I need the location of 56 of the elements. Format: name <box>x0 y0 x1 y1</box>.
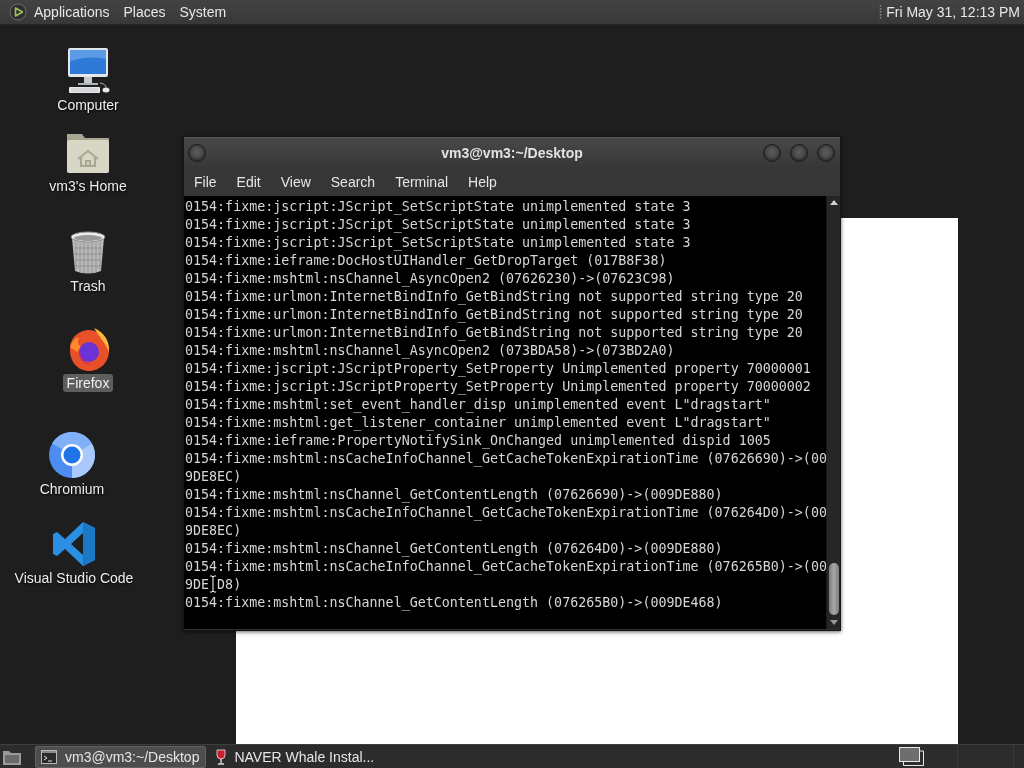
desktop-icon-label[interactable]: Visual Studio Code <box>10 569 138 587</box>
terminal-line: 0154:fixme:jscript:JScript_SetScriptState unimplemented state 3 <box>185 216 691 234</box>
desktop-icon-label[interactable]: Firefox <box>62 374 114 392</box>
menu-item[interactable]: View <box>270 168 321 195</box>
panel-menu[interactable]: System <box>172 0 234 24</box>
terminal-line: 0154:fixme:jscript:JScript_SetScriptState unimplemented state 3 <box>185 234 691 252</box>
terminal-line: 0154:fixme:mshtml:nsChannel_GetContentLength (076265B0)->(009DE468) <box>185 594 723 612</box>
text-cursor-icon <box>209 575 218 593</box>
terminal-line: 0154:fixme:ieframe:PropertyNotifySink_OnChanged unimplemented dispid 1005 <box>185 432 771 450</box>
menu-item[interactable]: File <box>184 168 227 195</box>
terminal-line: 0154:fixme:mshtml:nsCacheInfoChannel_GetCacheTokenExpirationTime (076265B0)->(00 <box>185 558 826 576</box>
scroll-up-icon[interactable] <box>829 200 838 205</box>
terminal-line: D8) <box>217 577 242 592</box>
wine-glass-icon <box>216 748 227 765</box>
desktop-icon-label[interactable]: Trash <box>66 277 110 295</box>
terminal-line: 0154:fixme:mshtml:nsChannel_AsyncOpen2 (07626230)->(07623C98) <box>185 270 675 288</box>
terminal-line: 0154:fixme:mshtml:nsChannel_AsyncOpen2 (073BDA58)->(073BD2A0) <box>185 342 675 360</box>
terminal-line: 0154:fixme:mshtml:get_listener_container unimplemented event L"dragstart" <box>185 414 771 432</box>
window-stack-icon[interactable] <box>899 747 924 766</box>
desktop-icon-label[interactable]: Computer <box>53 96 123 114</box>
terminal-line: 0154:fixme:urlmon:InternetBindInfo_GetBindString not supported string type 20 <box>185 288 803 306</box>
terminal-line: 0154:fixme:mshtml:nsCacheInfoChannel_GetCacheTokenExpirationTime (076264D0)->(00 <box>185 504 826 522</box>
terminal-line: 0154:fixme:jscript:JScriptProperty_SetProperty Unimplemented property 70000002 <box>185 378 811 396</box>
browser-logo-icon[interactable] <box>48 431 96 479</box>
terminal-line: 0154:fixme:mshtml:nsCacheInfoChannel_GetCacheTokenExpirationTime (07626690)->(00 <box>185 450 826 468</box>
window-title: vm3@vm3:~/Desktop <box>441 144 583 161</box>
taskbar-button[interactable]: vm3@vm3:~/Desktop <box>35 745 207 768</box>
clock[interactable]: Fri May 31, 12:13 PM <box>886 4 1024 20</box>
terminal-line: 0154:fixme:mshtml:nsChannel_GetContentLength (07626690)->(009DE880) <box>185 486 723 504</box>
terminal-line: 9DE8EC) <box>185 468 242 486</box>
scroll-down-icon[interactable] <box>829 620 838 625</box>
desktop-icon-label[interactable]: Chromium <box>35 480 109 498</box>
menu-item[interactable]: Edit <box>226 168 271 195</box>
code-editor-logo-icon[interactable] <box>50 520 98 568</box>
play-circle-icon[interactable] <box>9 3 27 21</box>
terminal-line: 0154:fixme:jscript:JScriptProperty_SetProperty Unimplemented property 70000001 <box>185 360 811 378</box>
desktop-icon-label[interactable]: vm3's Home <box>45 177 131 195</box>
folder-icon[interactable] <box>2 748 22 765</box>
menu-item[interactable]: Search <box>320 168 386 195</box>
taskbar-button[interactable]: NAVER Whale Instal... <box>210 745 382 768</box>
drag-handle-icon <box>879 3 883 21</box>
terminal-line: 9DE8EC) <box>185 522 242 540</box>
menu-item[interactable]: Help <box>458 168 507 195</box>
terminal-line: 0154:fixme:urlmon:InternetBindInfo_GetBindString not supported string type 20 <box>185 324 803 342</box>
scrollbar-thumb[interactable] <box>828 563 839 615</box>
panel-menu[interactable]: Applications <box>27 0 117 24</box>
terminal-line: 0154:fixme:urlmon:InternetBindInfo_GetBindString not supported string type 20 <box>185 306 803 324</box>
terminal-line: 0154:fixme:jscript:JScript_SetScriptState unimplemented state 3 <box>185 198 691 216</box>
terminal-line: 0154:fixme:mshtml:nsChannel_GetContentLength (076264D0)->(009DE880) <box>185 540 723 558</box>
terminal-line: 0154:fixme:mshtml:set_event_handler_disp unimplemented event L"dragstart" <box>185 396 771 414</box>
terminal-line: 9DE <box>185 577 210 592</box>
terminal-icon <box>41 749 57 764</box>
panel-menu[interactable]: Places <box>116 0 173 24</box>
menu-item[interactable]: Terminal <box>385 168 459 195</box>
terminal-line: 0154:fixme:ieframe:DocHostUIHandler_GetDropTarget (017B8F38) <box>185 252 667 270</box>
scrollbar[interactable] <box>826 196 840 629</box>
